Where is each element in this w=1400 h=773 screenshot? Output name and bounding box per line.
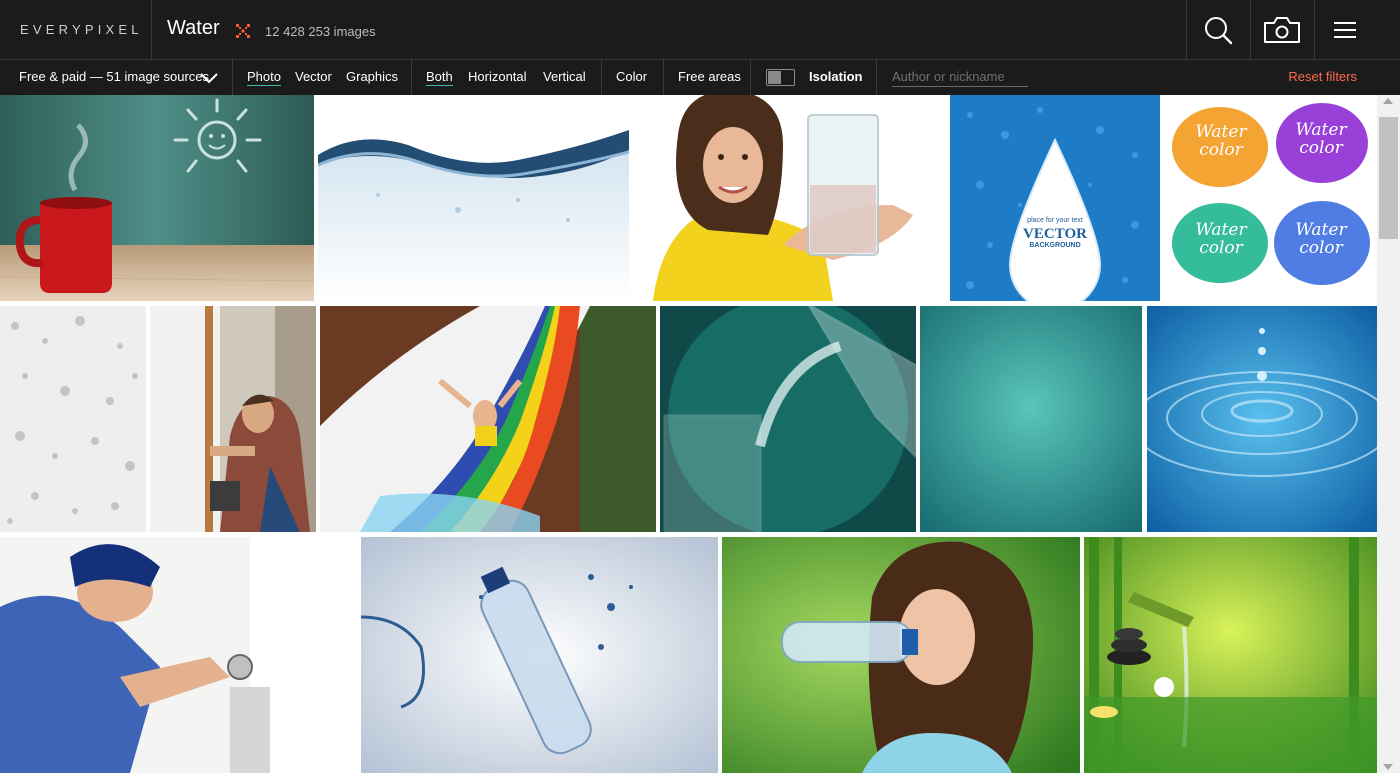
filter-bar: Free & paid — 51 image sources Photo Vec… xyxy=(0,60,1400,95)
water-ripple-image xyxy=(1147,306,1377,532)
vector-subtitle-text: BACKGROUND xyxy=(1029,242,1081,249)
water-droplets-image xyxy=(0,306,146,532)
image-tile[interactable] xyxy=(0,537,357,773)
scroll-up-icon[interactable] xyxy=(1383,98,1393,104)
image-tile[interactable]: place for your text VECTOR BACKGROUND xyxy=(950,95,1160,301)
bamboo-spa-stones-image xyxy=(1084,537,1377,773)
scrollbar-thumb[interactable] xyxy=(1379,117,1398,239)
watercolor-word-1: Water xyxy=(1195,220,1247,240)
pouring-water-glass-image xyxy=(660,306,916,532)
teal-texture-image xyxy=(920,306,1142,532)
result-count: 12 428 253 images xyxy=(265,24,376,39)
watercolor-label: Water color xyxy=(1186,123,1256,159)
image-tile[interactable] xyxy=(318,95,629,301)
isolation-label: Isolation xyxy=(809,69,863,84)
filter-free-areas[interactable]: Free areas xyxy=(678,69,741,84)
watercolor-word-2: color xyxy=(1199,140,1243,160)
image-tile[interactable] xyxy=(361,537,718,773)
woman-drinking-water-image xyxy=(722,537,1080,773)
toggle-knob xyxy=(768,71,781,84)
filter-divider xyxy=(663,60,664,95)
watercolor-word-2: color xyxy=(1199,238,1243,258)
hamburger-menu-icon xyxy=(1334,22,1356,38)
image-tile[interactable]: Water color Water color Water color Water co… xyxy=(1164,95,1377,301)
image-tile[interactable] xyxy=(1084,537,1377,773)
isolation-toggle[interactable] xyxy=(766,69,795,86)
red-mug-rainy-window-image xyxy=(0,95,314,301)
image-tile[interactable] xyxy=(722,537,1080,773)
filter-photo[interactable]: Photo xyxy=(247,69,281,86)
chevron-down-icon[interactable] xyxy=(200,73,218,84)
clear-search-icon[interactable] xyxy=(236,24,250,38)
image-tile[interactable] xyxy=(320,306,656,532)
image-tile[interactable] xyxy=(920,306,1142,532)
sources-label: Free & paid — 51 image sources xyxy=(19,69,210,84)
filter-divider xyxy=(601,60,602,95)
filter-vertical[interactable]: Vertical xyxy=(543,69,586,84)
header-divider xyxy=(151,0,152,60)
filter-divider xyxy=(876,60,877,95)
image-tile[interactable] xyxy=(150,306,316,532)
watercolor-label: Water color xyxy=(1186,221,1256,257)
search-button[interactable] xyxy=(1186,0,1250,60)
top-header: EVERYPIXEL Water 12 428 253 images xyxy=(0,0,1400,60)
plumber-water-heater-image xyxy=(150,306,316,532)
vector-water-drop-image xyxy=(950,95,1160,301)
watercolor-word-2: color xyxy=(1299,238,1343,258)
woman-holding-glass-image xyxy=(633,95,946,301)
filter-divider xyxy=(232,60,233,95)
filter-divider xyxy=(750,60,751,95)
water-wave-image xyxy=(318,95,629,301)
search-query[interactable]: Water xyxy=(167,17,220,40)
menu-button[interactable] xyxy=(1314,0,1376,60)
everypixel-logo[interactable]: EVERYPIXEL xyxy=(20,22,143,37)
watercolor-label: Water color xyxy=(1286,221,1356,257)
image-tile[interactable] xyxy=(633,95,946,301)
reset-filters-link[interactable]: Reset filters xyxy=(1288,69,1357,84)
filter-divider xyxy=(411,60,412,95)
filter-graphics[interactable]: Graphics xyxy=(346,69,398,84)
sources-dropdown[interactable]: Free & paid — 51 image sources xyxy=(19,69,209,84)
watercolor-word-1: Water xyxy=(1295,120,1347,140)
scroll-down-icon[interactable] xyxy=(1383,764,1393,770)
waterslide-image xyxy=(320,306,656,532)
image-tile[interactable] xyxy=(1147,306,1377,532)
watercolor-label: Water color xyxy=(1286,121,1356,157)
filter-both[interactable]: Both xyxy=(426,69,453,86)
watercolor-word-1: Water xyxy=(1195,122,1247,142)
vector-title-text: VECTOR xyxy=(1023,226,1087,242)
image-tile[interactable] xyxy=(0,306,146,532)
filter-vector[interactable]: Vector xyxy=(295,69,332,84)
vector-small-text: place for your text xyxy=(1027,217,1083,224)
water-bottle-splash-image xyxy=(361,537,718,773)
plumber-boiler-image xyxy=(0,537,357,773)
filter-horizontal[interactable]: Horizontal xyxy=(468,69,527,84)
watercolor-word-1: Water xyxy=(1295,220,1347,240)
camera-icon xyxy=(1264,17,1300,43)
author-input[interactable] xyxy=(892,67,1028,87)
image-search-button[interactable] xyxy=(1250,0,1314,60)
search-icon xyxy=(1205,17,1233,45)
watercolor-word-2: color xyxy=(1299,138,1343,158)
filter-color[interactable]: Color xyxy=(616,69,647,84)
image-tile[interactable] xyxy=(0,95,314,301)
image-tile[interactable] xyxy=(660,306,916,532)
